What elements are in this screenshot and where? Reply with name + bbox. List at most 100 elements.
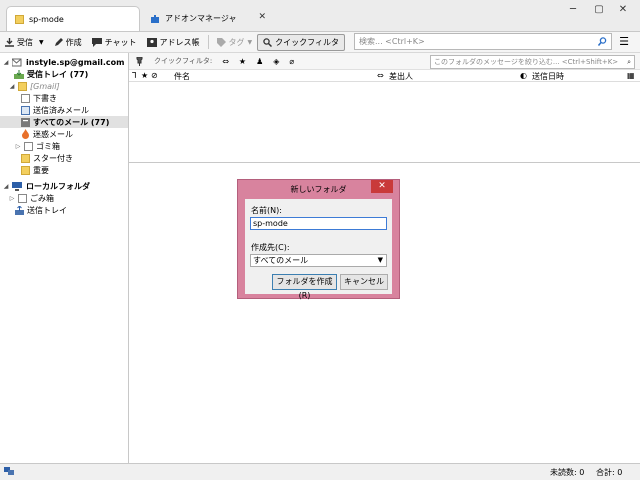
- filter-clear-icon[interactable]: ⌕: [627, 58, 631, 67]
- flame-icon: [22, 129, 29, 139]
- pane-splitter[interactable]: [129, 162, 640, 163]
- folder-item-outbox[interactable]: 送信トレイ: [15, 204, 143, 216]
- folder-item-spam[interactable]: 迷惑メール: [21, 128, 149, 140]
- search-icon[interactable]: [598, 37, 607, 46]
- download-icon: [5, 37, 14, 47]
- account-icon: [12, 58, 22, 66]
- chevron-down-icon: ▼: [247, 38, 253, 46]
- inbox-icon: [14, 69, 24, 79]
- folder-item-important[interactable]: 重要: [21, 164, 149, 176]
- folder-item-local-trash[interactable]: ▷ ごみ箱: [9, 192, 137, 204]
- unread-count: 未読数: 0: [550, 468, 585, 477]
- read-column-icon[interactable]: ⇔: [377, 71, 384, 80]
- tab-sp-mode[interactable]: sp-mode: [6, 6, 140, 31]
- folder-item-drafts[interactable]: 下書き: [21, 92, 149, 104]
- tab-label: アドオンマネージャ: [165, 14, 237, 23]
- chat-icon: [91, 37, 102, 47]
- chat-label: チャット: [104, 37, 137, 47]
- folder-label: instyle.sp@gmail.com: [26, 57, 125, 67]
- trash-icon: [18, 193, 27, 203]
- minimize-button[interactable]: ─: [562, 3, 584, 17]
- create-folder-button[interactable]: フォルダを作成(R): [272, 274, 337, 300]
- search-input[interactable]: 検索... <Ctrl+K>: [354, 33, 612, 50]
- pin-icon[interactable]: [135, 56, 144, 66]
- folder-label: [Gmail]: [30, 81, 60, 91]
- address-book-label: アドレス帳: [159, 37, 200, 47]
- folder-label: スター付き: [33, 153, 73, 163]
- folder-item-gmail[interactable]: ◢ [Gmail]: [9, 80, 137, 92]
- compose-button[interactable]: 作成: [49, 32, 87, 52]
- column-date[interactable]: 送信日時: [532, 71, 564, 82]
- collapse-icon[interactable]: ◢: [9, 83, 15, 90]
- tag-icon: [216, 37, 226, 47]
- tab-addon-manager[interactable]: アドオンマネージャ ✕: [142, 6, 274, 31]
- quick-filter-button[interactable]: クイックフィルタ: [257, 33, 346, 51]
- parent-folder-select[interactable]: すべてのメール ▼: [250, 254, 387, 267]
- dialog-close-button[interactable]: ✕: [371, 180, 393, 193]
- tab-label: sp-mode: [29, 14, 64, 24]
- contact-filter-icon[interactable]: ♟: [256, 57, 263, 66]
- folder-label: 下書き: [33, 93, 57, 103]
- search-placeholder: 検索... <Ctrl+K>: [359, 37, 425, 46]
- folder-item-account[interactable]: ◢ instyle.sp@gmail.com: [3, 56, 131, 68]
- folder-name-input[interactable]: sp-mode: [250, 217, 387, 230]
- unread-filter-icon[interactable]: ⇔: [222, 57, 229, 66]
- folder-label: ごみ箱: [30, 193, 54, 203]
- folder-label: すべてのメール (77): [33, 117, 110, 127]
- chat-button[interactable]: チャット: [87, 32, 142, 52]
- folder-item-local-folders[interactable]: ◢ ローカルフォルダ: [3, 180, 131, 192]
- chevron-down-icon[interactable]: ▼: [39, 39, 44, 46]
- folder-item-trash[interactable]: ▷ ゴミ箱: [15, 140, 143, 152]
- folder-icon: [21, 153, 30, 163]
- total-count: 合計: 0: [596, 468, 623, 477]
- chevron-down-icon: ▼: [377, 256, 383, 264]
- computer-icon: [12, 181, 22, 191]
- column-from[interactable]: 差出人: [389, 71, 413, 82]
- tag-button[interactable]: タグ ▼: [212, 32, 258, 52]
- online-status-icon[interactable]: [4, 467, 14, 476]
- column-picker-icon[interactable]: ▦: [627, 71, 635, 80]
- close-button[interactable]: ✕: [612, 3, 634, 17]
- toolbar-separator: [207, 35, 209, 49]
- parent-label: 作成先(C):: [251, 243, 290, 252]
- magnifier-icon: [263, 37, 273, 47]
- compose-label: 作成: [65, 37, 82, 47]
- folder-label: ローカルフォルダ: [26, 181, 90, 191]
- attachment-filter-icon[interactable]: ⌀: [289, 57, 294, 66]
- archive-icon: [21, 118, 30, 127]
- status-bar: 未読数: 0 合計: 0: [0, 463, 640, 480]
- drafts-icon: [21, 93, 30, 103]
- folder-label: 送信済みメール: [33, 105, 89, 115]
- folder-item-all-mail[interactable]: すべてのメール (77): [0, 116, 128, 128]
- expand-icon[interactable]: ▷: [9, 195, 15, 202]
- folder-icon: [21, 165, 30, 175]
- folder-icon: [18, 81, 27, 91]
- thread-column-icon[interactable]: ⅂: [132, 71, 136, 80]
- expand-icon[interactable]: ▷: [15, 143, 21, 150]
- receive-button[interactable]: 受信 ▼: [0, 32, 49, 52]
- attachment-column-icon[interactable]: ⊘: [151, 71, 158, 80]
- receive-label: 受信: [17, 37, 33, 47]
- pencil-icon: [54, 37, 63, 46]
- column-subject[interactable]: 件名: [174, 71, 190, 82]
- address-book-button[interactable]: アドレス帳: [142, 32, 205, 52]
- maximize-button[interactable]: ▢: [588, 3, 610, 17]
- close-icon[interactable]: ✕: [258, 12, 266, 22]
- folder-label: ゴミ箱: [36, 141, 60, 151]
- cancel-button[interactable]: キャンセル: [340, 274, 388, 290]
- folder-icon: [15, 14, 24, 24]
- starred-filter-icon[interactable]: ★: [239, 57, 246, 66]
- quick-filter-input[interactable]: このフォルダのメッセージを絞り込む... <Ctrl+Shift+K> ⌕: [430, 55, 635, 69]
- folder-item-sent[interactable]: 送信済みメール: [21, 104, 149, 116]
- junk-column-icon[interactable]: ◐: [520, 71, 527, 80]
- puzzle-icon: [151, 14, 159, 23]
- hamburger-menu-icon[interactable]: ☰: [616, 34, 632, 50]
- message-list-header: ⅂ ★ ⊘ 件名 ⇔ 差出人 ◐ 送信日時 ▦: [129, 70, 640, 82]
- collapse-icon[interactable]: ◢: [3, 59, 9, 66]
- star-column-icon[interactable]: ★: [141, 71, 148, 80]
- collapse-icon[interactable]: ◢: [3, 183, 9, 190]
- folder-item-inbox[interactable]: 受信トレイ (77): [14, 68, 142, 80]
- tag-filter-icon[interactable]: ◈: [273, 57, 279, 66]
- title-bar: sp-mode アドオンマネージャ ✕ ─ ▢ ✕: [0, 0, 640, 31]
- quick-filter-label: クイックフィルタ: [275, 37, 340, 47]
